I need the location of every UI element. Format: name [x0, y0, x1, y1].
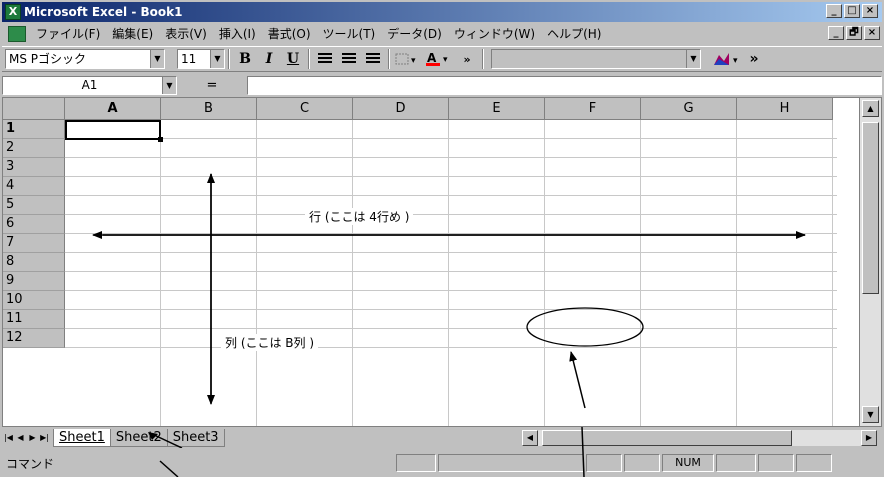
svg-text:▾: ▾ — [443, 55, 448, 65]
toolbar-separator — [482, 49, 484, 69]
chevron-down-icon[interactable]: ▼ — [162, 76, 176, 94]
annotation-overlay — [92, 173, 806, 409]
bottom-annotation-overlay — [159, 427, 585, 477]
formula-input[interactable] — [247, 75, 882, 95]
cell-arrow-tail — [581, 427, 585, 477]
title-bar: X Microsoft Excel - Book1 _ □ × — [2, 2, 882, 22]
excel-window: X Microsoft Excel - Book1 _ □ × ファイル(F) … — [0, 0, 884, 477]
formatting-toolbar: MS Pゴシック ▼ 11 ▼ B I U ▾ A ▾ » ▼ ▾ » — [2, 46, 882, 72]
toolbar-more-button[interactable]: » — [455, 48, 479, 70]
align-center-icon[interactable] — [337, 48, 361, 70]
font-size-value: 11 — [181, 52, 197, 66]
menu-window[interactable]: ウィンドウ(W) — [448, 25, 541, 42]
borders-icon[interactable]: ▾ — [393, 48, 423, 70]
bold-button[interactable]: B — [233, 48, 257, 70]
chart-wizard-icon[interactable]: ▾ — [709, 48, 747, 70]
scroll-down-icon[interactable]: ▼ — [862, 406, 879, 423]
window-title: Microsoft Excel - Book1 — [24, 5, 183, 19]
chevron-down-icon[interactable]: ▼ — [210, 50, 224, 68]
svg-text:A: A — [427, 51, 437, 65]
cell-pointer-arrow — [569, 351, 586, 409]
menu-bar: ファイル(F) 編集(E) 表示(V) 挿入(I) 書式(O) ツール(T) デ… — [2, 23, 882, 44]
menu-format[interactable]: 書式(O) — [262, 25, 317, 42]
workbook-restore-button[interactable]: 🗗 — [846, 26, 862, 40]
worksheet-grid[interactable]: ABCDEFGH 1 2 3 4 5 6 7 8 9 10 11 12 ▲ ▼ 行 (ここは 4行め … — [2, 97, 882, 427]
maximize-button[interactable]: □ — [844, 4, 860, 18]
font-name-combo[interactable]: MS Pゴシック ▼ — [5, 49, 165, 69]
toolbar-overflow-button[interactable]: » — [747, 48, 761, 70]
svg-text:▾: ▾ — [411, 56, 416, 66]
vertical-scrollbar[interactable]: ▲ ▼ — [859, 98, 881, 426]
menu-file[interactable]: ファイル(F) — [30, 25, 106, 42]
toolbar-separator — [388, 49, 390, 69]
toolbar-separator — [308, 49, 310, 69]
menu-help[interactable]: ヘルプ(H) — [541, 25, 607, 42]
font-name-value: MS Pゴシック — [9, 52, 87, 66]
formula-bar: A1 ▼ = — [2, 74, 882, 96]
equals-sign[interactable]: = — [177, 78, 247, 93]
menu-edit[interactable]: 編集(E) — [106, 25, 159, 42]
italic-button[interactable]: I — [257, 48, 281, 70]
close-button[interactable]: × — [862, 4, 878, 18]
scroll-up-icon[interactable]: ▲ — [862, 100, 879, 117]
menu-data[interactable]: データ(D) — [381, 25, 448, 42]
chevron-down-icon[interactable]: ▼ — [150, 50, 164, 68]
align-right-icon[interactable] — [361, 48, 385, 70]
menu-view[interactable]: 表示(V) — [159, 25, 213, 42]
workbook-close-button[interactable]: × — [864, 26, 880, 40]
column-annotation-label: 列 (ここは B列 ) — [221, 334, 319, 351]
excel-app-icon[interactable]: X — [5, 4, 21, 20]
align-left-icon[interactable] — [313, 48, 337, 70]
zoom-combo[interactable]: ▼ — [491, 49, 701, 69]
workbook-caption-buttons: _ 🗗 × — [828, 26, 880, 40]
tab-arrow-tail — [159, 460, 179, 477]
name-box[interactable]: A1 ▼ — [2, 75, 177, 95]
menu-tools[interactable]: ツール(T) — [317, 25, 382, 42]
minimize-button[interactable]: _ — [826, 4, 842, 18]
toolbar-separator — [228, 49, 230, 69]
chevron-down-icon[interactable]: ▼ — [686, 50, 700, 68]
row-annotation-label: 行 (ここは 4行め ) — [305, 208, 414, 225]
cell-highlight-ellipse — [526, 307, 644, 347]
font-color-icon[interactable]: A ▾ — [423, 48, 455, 70]
workbook-icon[interactable] — [8, 25, 26, 42]
underline-button[interactable]: U — [281, 48, 305, 70]
font-size-combo[interactable]: 11 ▼ — [177, 49, 225, 69]
workbook-minimize-button[interactable]: _ — [828, 26, 844, 40]
vertical-scroll-thumb[interactable] — [862, 122, 879, 294]
window-caption-buttons: _ □ × — [826, 4, 878, 18]
svg-text:▾: ▾ — [733, 56, 738, 66]
name-box-value: A1 — [81, 77, 98, 92]
menu-insert[interactable]: 挿入(I) — [213, 25, 262, 42]
